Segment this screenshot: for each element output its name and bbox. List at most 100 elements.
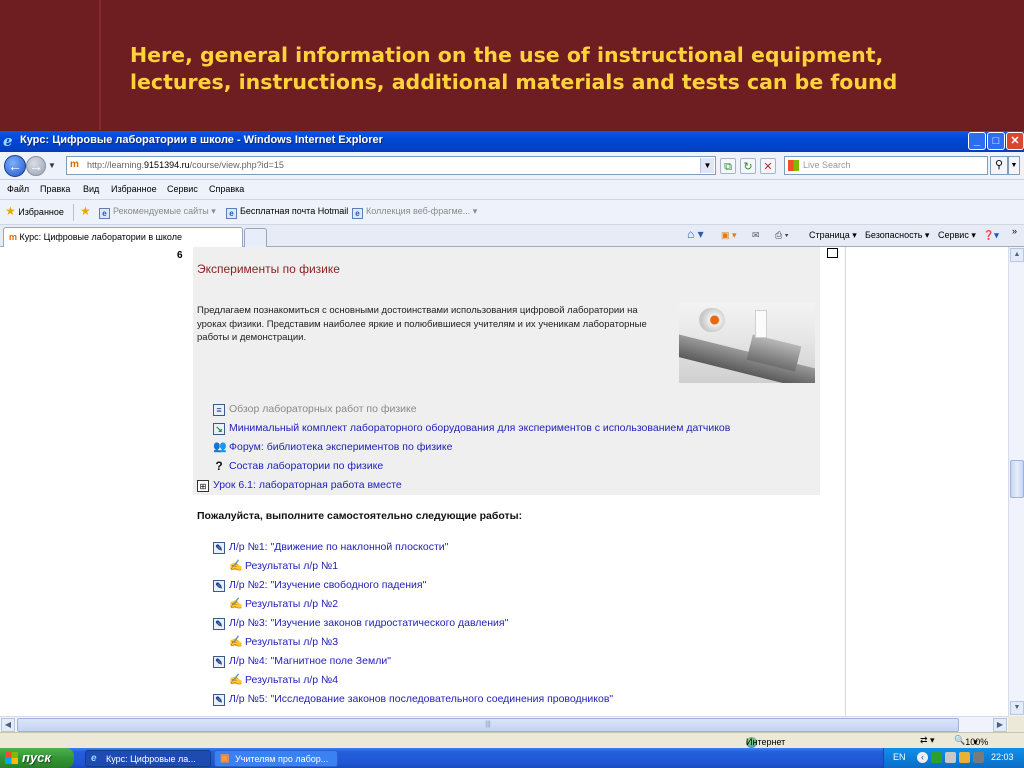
refresh-icon[interactable]: ↻ — [740, 158, 756, 174]
results-icon: ✍ — [229, 598, 243, 610]
bug-icon[interactable] — [973, 752, 984, 763]
menu-help[interactable]: Справка — [209, 184, 244, 194]
start-button[interactable]: пуск — [0, 748, 74, 768]
start-label: пуск — [22, 750, 51, 765]
language-indicator[interactable]: EN — [893, 752, 906, 762]
search-placeholder: Live Search — [803, 160, 851, 170]
scroll-right-icon[interactable]: ▶ — [993, 718, 1007, 732]
close-button[interactable]: ✕ — [1006, 132, 1024, 150]
site-favicon-icon: m — [70, 159, 79, 170]
page-menu-label: Страница — [809, 230, 850, 240]
menu-tools[interactable]: Сервис — [167, 184, 198, 194]
hotmail-link[interactable]: e Бесплатная почта Hotmail — [226, 206, 348, 219]
page-content: 6 Эксперименты по физике Предлагаем позн… — [0, 247, 1008, 716]
tab-course[interactable]: m Курс: Цифровые лаборатории в школе — [3, 227, 243, 247]
menu-favorites[interactable]: Избранное — [111, 184, 157, 194]
tools-menu[interactable]: Сервис ▾ — [938, 230, 976, 241]
web-slice-gallery-link[interactable]: e Коллекция веб-фрагме... ▾ — [352, 206, 477, 219]
favorites-separator — [73, 204, 74, 221]
taskbar-item-powerpoint[interactable]: ▣ Учителям про лабор... — [214, 750, 338, 767]
results-link[interactable]: Результаты л/р №3 — [245, 636, 338, 648]
assignment-link[interactable]: Л/р №5: "Исследование законов последоват… — [229, 693, 613, 705]
vertical-scroll-thumb[interactable] — [1010, 460, 1024, 498]
help-icon[interactable]: ❓▾ — [983, 230, 999, 241]
assignment-link[interactable]: Л/р №4: "Магнитное поле Земли" — [229, 655, 391, 667]
horizontal-scrollbar[interactable]: ◀ ||| ▶ — [0, 716, 1008, 732]
vertical-scrollbar[interactable]: ▲ ▼ — [1008, 247, 1024, 716]
forum-link[interactable]: Форум: библиотека экспериментов по физик… — [229, 441, 452, 453]
suggested-sites-link[interactable]: e Рекомендуемые сайты ▾ — [99, 206, 216, 219]
stop-icon[interactable]: ✕ — [760, 158, 776, 174]
search-input[interactable]: Live Search — [784, 156, 988, 175]
assignment-link[interactable]: Л/р №2: "Изучение свободного падения" — [229, 579, 426, 591]
taskbar-item-ie[interactable]: e Курс: Цифровые ла... — [85, 750, 211, 767]
lesson-link[interactable]: Урок 6.1: лабораторная работа вместе — [213, 479, 402, 491]
scroll-down-icon[interactable]: ▼ — [1010, 701, 1024, 715]
network-icon[interactable] — [959, 752, 970, 763]
browser-window: e Курс: Цифровые лаборатории в школе - W… — [0, 131, 1024, 748]
results-link[interactable]: Результаты л/р №4 — [245, 674, 338, 686]
photo-card — [755, 310, 767, 338]
site-favicon-icon: m — [9, 232, 18, 242]
web-slice-gallery-label: Коллекция веб-фрагме... — [366, 206, 471, 216]
lab-equipment-photo — [679, 302, 815, 383]
search-button[interactable]: ⚲ — [990, 156, 1008, 175]
menu-edit[interactable]: Правка — [40, 184, 70, 194]
taskbar-item-label: Учителям про лабор... — [235, 754, 329, 764]
favorites-button[interactable]: ★ Избранное — [5, 204, 64, 218]
assignment-link[interactable]: Л/р №3: "Изучение законов гидростатическ… — [229, 617, 508, 629]
feeds-icon[interactable]: ▣ ▾ — [721, 230, 737, 241]
menu-view[interactable]: Вид — [83, 184, 99, 194]
file-icon: ↘ — [213, 423, 225, 435]
favorites-label: Избранное — [18, 207, 64, 217]
question-icon: ? — [215, 459, 223, 473]
minimize-button[interactable]: _ — [968, 132, 986, 150]
toolbar-overflow-icon[interactable]: » — [1012, 226, 1017, 236]
safety-menu[interactable]: Безопасность ▾ — [865, 230, 929, 241]
tab-title: Курс: Цифровые лаборатории в школе — [19, 232, 182, 242]
resource-link[interactable]: Обзор лабораторных работ по физике — [229, 403, 417, 415]
ie-logo-icon: e — [91, 753, 97, 764]
home-icon[interactable]: ⌂ ▾ — [687, 227, 704, 241]
address-dropdown-icon[interactable]: ▼ — [700, 158, 714, 173]
back-arrow-icon[interactable]: ‹ — [917, 752, 928, 763]
slide-header: Here, general information on the use of … — [0, 0, 1024, 130]
resource-link[interactable]: Минимальный комплект лабораторного обору… — [229, 422, 730, 434]
add-to-favorites-icon[interactable]: ★ — [80, 204, 91, 218]
print-icon[interactable]: ⎙ ▾ — [775, 230, 788, 241]
zoom-control[interactable]: 🔍 100% ▾ — [954, 735, 988, 747]
page-menu[interactable]: Страница ▾ — [809, 230, 857, 241]
forward-button[interactable]: → — [26, 156, 46, 176]
live-search-icon — [788, 160, 799, 171]
horizontal-scroll-thumb[interactable]: ||| — [17, 718, 959, 732]
section-description: Предлагаем познакомиться с основными дос… — [197, 305, 647, 343]
assignment-icon: ✎ — [213, 694, 225, 706]
right-column — [847, 247, 1008, 716]
page-icon: e — [99, 208, 110, 219]
results-link[interactable]: Результаты л/р №1 — [245, 560, 338, 572]
protected-mode-icon[interactable]: ⇄ ▾ — [920, 735, 935, 746]
scroll-up-icon[interactable]: ▲ — [1010, 248, 1024, 262]
window-titlebar[interactable]: e Курс: Цифровые лаборатории в школе - W… — [0, 131, 1024, 152]
mail-icon[interactable]: ✉ — [752, 230, 760, 241]
address-field[interactable]: m http://learning.9151394.ru/course/view… — [66, 156, 716, 175]
section-toggle-checkbox[interactable] — [827, 248, 838, 258]
results-icon: ✍ — [229, 674, 243, 686]
new-tab-button[interactable] — [244, 228, 267, 247]
taskbar: пуск e Курс: Цифровые ла... ▣ Учителям п… — [0, 748, 1024, 768]
compatibility-view-icon[interactable]: ⧉ — [720, 158, 736, 174]
maximize-button[interactable]: □ — [987, 132, 1005, 150]
safety-menu-label: Безопасность — [865, 230, 923, 240]
results-link[interactable]: Результаты л/р №2 — [245, 598, 338, 610]
volume-icon[interactable] — [945, 752, 956, 763]
antivirus-icon[interactable] — [931, 752, 942, 763]
assignment-link[interactable]: Л/р №1: "Движение по наклонной плоскости… — [229, 541, 448, 553]
clock[interactable]: 22:03 — [991, 752, 1014, 762]
search-options-dropdown-icon[interactable]: ▼ — [1008, 156, 1020, 175]
history-dropdown-icon[interactable]: ▼ — [48, 161, 56, 170]
back-button[interactable]: ← — [4, 155, 26, 177]
menu-file[interactable]: Файл — [7, 184, 29, 194]
scroll-left-icon[interactable]: ◀ — [1, 718, 15, 732]
resource-link[interactable]: Состав лаборатории по физике — [229, 460, 383, 472]
assignments-prompt: Пожалуйста, выполните самостоятельно сле… — [197, 510, 523, 522]
